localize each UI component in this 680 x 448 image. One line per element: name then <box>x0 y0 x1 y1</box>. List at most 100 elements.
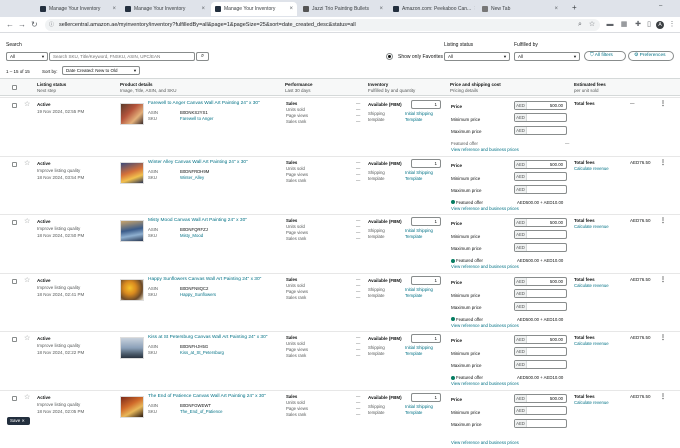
close-tab-icon[interactable]: × <box>379 6 383 12</box>
improve-listing-link[interactable]: Improve listing quality <box>37 168 80 173</box>
quantity-input[interactable]: 1 <box>411 334 441 343</box>
bookmark-star-icon[interactable]: ☆ <box>588 21 596 29</box>
product-image[interactable] <box>120 161 144 184</box>
sku-link[interactable]: Farewell to Anger <box>180 116 213 121</box>
product-image[interactable] <box>120 278 144 301</box>
view-reference-link[interactable]: View reference and business prices <box>451 206 519 211</box>
price-input[interactable]: AED 500.00 <box>514 335 567 344</box>
back-icon[interactable]: ← <box>6 20 14 30</box>
price-input[interactable]: AED 500.00 <box>514 276 567 286</box>
product-image[interactable] <box>120 220 144 242</box>
product-title-link[interactable]: Happy Sunflowers Canvas Wall Art Paintin… <box>148 277 261 282</box>
shipping-template-link[interactable]: Initial Shipping Template <box>405 228 445 240</box>
calculate-revenue-link[interactable]: Calculate revenue <box>574 166 609 171</box>
price-input[interactable]: AED 500.00 <box>514 218 567 227</box>
view-reference-link[interactable]: View reference and business prices <box>451 264 519 269</box>
max-price-input[interactable]: AED <box>514 301 567 311</box>
browser-tab[interactable]: Amazon.com: Peekaboo Can...× <box>389 2 475 16</box>
product-image[interactable] <box>120 395 144 418</box>
price-input[interactable]: AED 500.00 <box>514 393 567 403</box>
min-price-input[interactable]: AED <box>514 347 567 356</box>
all-filters-button[interactable]: ⛉ All filters <box>584 51 626 61</box>
row-checkbox[interactable] <box>12 103 17 108</box>
shipping-template-link[interactable]: Initial Shipping Template <box>405 111 445 123</box>
min-price-input[interactable]: AED <box>514 230 567 239</box>
product-title-link[interactable]: The End of Patience Canvas Wall Art Pain… <box>148 394 266 399</box>
preferences-button[interactable]: ⚙ Preferences <box>628 51 674 61</box>
product-title-link[interactable]: Kiss at St Petersburg Canvas Wall Art Pa… <box>148 335 267 340</box>
row-checkbox[interactable] <box>12 395 17 401</box>
quantity-input[interactable]: 1 <box>411 217 441 226</box>
favorites-toggle[interactable] <box>386 53 393 60</box>
reload-icon[interactable]: ↻ <box>31 20 38 30</box>
shipping-template-link[interactable]: Initial Shipping Template <box>405 404 445 416</box>
browser-tab[interactable]: New Tab × <box>478 2 562 16</box>
quantity-input[interactable]: 1 <box>411 392 441 402</box>
close-tab-icon[interactable]: × <box>554 6 558 12</box>
max-price-input[interactable]: AED <box>514 360 567 369</box>
close-tab-icon[interactable]: × <box>201 6 205 12</box>
view-reference-link[interactable]: View reference and business prices <box>451 440 519 445</box>
view-reference-link[interactable]: View reference and business prices <box>451 147 519 152</box>
row-actions-menu-icon[interactable]: ⋮ <box>660 393 666 400</box>
row-actions-menu-icon[interactable]: ⋮ <box>660 159 666 166</box>
row-checkbox[interactable] <box>12 337 17 342</box>
row-actions-menu-icon[interactable]: ⋮ <box>660 100 666 107</box>
browser-tab-active[interactable]: Manage Your Inventory × <box>211 2 297 16</box>
calculate-revenue-link[interactable]: Calculate revenue <box>574 224 609 229</box>
calculate-revenue-link[interactable]: Calculate revenue <box>574 400 609 405</box>
search-input[interactable] <box>49 52 195 61</box>
sku-link[interactable]: Misty_Mood <box>180 233 203 238</box>
new-tab-button[interactable]: + <box>572 3 577 12</box>
browser-menu-icon[interactable]: ⋮ <box>668 21 676 29</box>
search-button[interactable]: ⌕ <box>196 52 209 61</box>
row-actions-menu-icon[interactable]: ⋮ <box>660 217 666 224</box>
close-tab-icon[interactable]: × <box>289 6 293 12</box>
quantity-input[interactable]: 1 <box>411 158 441 168</box>
browser-tab[interactable]: Manage Your Inventory × <box>36 2 120 16</box>
quantity-input[interactable]: 1 <box>411 275 441 285</box>
close-tab-icon[interactable]: × <box>474 6 475 12</box>
max-price-input[interactable]: AED <box>514 126 567 135</box>
close-tab-icon[interactable]: × <box>112 6 116 12</box>
improve-listing-link[interactable]: Improve listing quality <box>37 226 80 231</box>
sku-link[interactable]: Happy_Sunflowers <box>180 292 216 297</box>
listing-status-select[interactable]: All ▼ <box>444 52 510 61</box>
select-all-checkbox[interactable] <box>12 85 17 90</box>
calculate-revenue-link[interactable]: Calculate revenue <box>574 341 609 346</box>
row-actions-menu-icon[interactable]: ⋮ <box>660 276 666 283</box>
close-icon[interactable]: ✕ <box>22 418 25 423</box>
shipping-template-link[interactable]: Initial Shipping Template <box>405 170 445 182</box>
min-price-input[interactable]: AED <box>514 113 567 122</box>
product-image[interactable] <box>120 103 144 125</box>
view-reference-link[interactable]: View reference and business prices <box>451 323 519 328</box>
view-reference-link[interactable]: View reference and business prices <box>451 381 519 386</box>
sort-select[interactable]: Date Created: New to Old ▼ <box>62 66 140 75</box>
browser-tab[interactable]: Jazzi Trio Painting Bullets × <box>299 2 387 16</box>
favorite-star-icon[interactable]: ☆ <box>24 160 30 167</box>
max-price-input[interactable]: AED <box>514 243 567 252</box>
forward-icon[interactable]: → <box>18 20 26 30</box>
product-title-link[interactable]: Winter Alley Canvas Wall Art Painting 24… <box>148 160 248 165</box>
calculate-revenue-link[interactable]: Calculate revenue <box>574 283 609 288</box>
product-image[interactable] <box>120 337 144 359</box>
favorite-star-icon[interactable]: ☆ <box>24 277 30 284</box>
sidebar-icon[interactable]: ▯ <box>645 21 653 29</box>
search-icon[interactable]: ⌕ <box>576 21 584 29</box>
price-input[interactable]: AED 500.00 <box>514 101 567 110</box>
favorite-star-icon[interactable]: ☆ <box>24 218 30 225</box>
favorite-star-icon[interactable]: ☆ <box>24 101 30 108</box>
sku-link[interactable]: Winter_Alley <box>180 175 204 180</box>
site-info-icon[interactable]: ⓘ <box>49 19 54 31</box>
min-price-input[interactable]: AED <box>514 288 567 298</box>
shipping-template-link[interactable]: Initial Shipping Template <box>405 345 445 357</box>
sku-link[interactable]: Kiss_at_St_Petersburg <box>180 350 224 355</box>
row-checkbox[interactable] <box>12 220 17 225</box>
row-checkbox[interactable] <box>12 278 17 284</box>
extension-icon[interactable]: ▦ <box>620 21 628 29</box>
row-actions-menu-icon[interactable]: ⋮ <box>660 334 666 341</box>
extension-icon[interactable]: ▬ <box>606 21 614 29</box>
improve-listing-link[interactable]: Improve listing quality <box>37 343 80 348</box>
improve-listing-link[interactable]: Improve listing quality <box>37 402 80 407</box>
save-bar[interactable]: Save ✕ <box>7 417 30 425</box>
